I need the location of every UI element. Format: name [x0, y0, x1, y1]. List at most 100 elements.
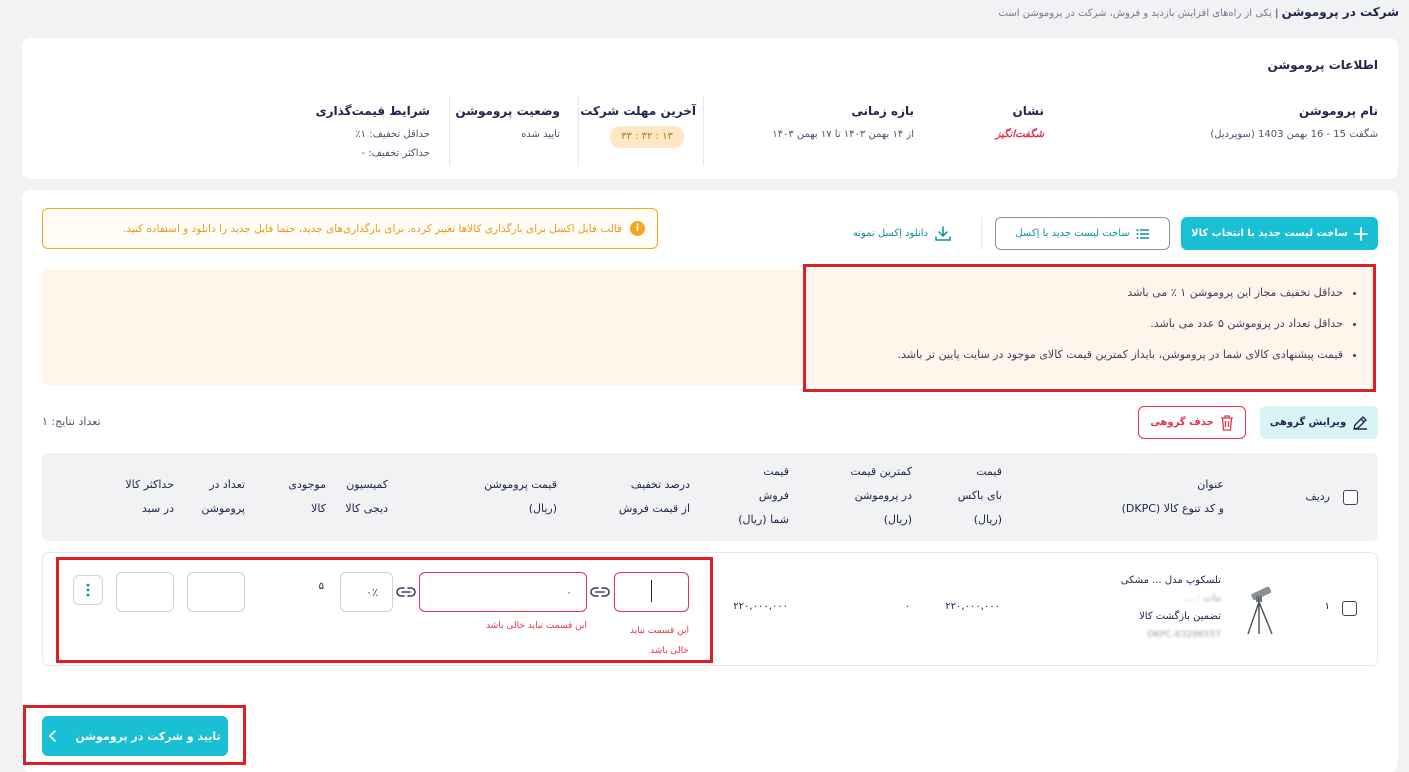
commission-input[interactable] [340, 572, 393, 612]
stock-value: ۵ [318, 581, 324, 592]
bulk-edit-label: ویرایش گروهی [1269, 417, 1347, 428]
header-buybox: قیمت بای باکس (ریال) [958, 460, 1002, 532]
rule-item: حداقل تخفیف مجاز این پروموشن ۱ ٪ می باشد [898, 286, 1343, 317]
product-title-line: مات : ... [1183, 593, 1221, 604]
list-icon [1136, 228, 1149, 239]
info-period-label: بازه زمانی [851, 104, 914, 118]
info-status-value: تایید شده [521, 129, 560, 140]
page-subtitle: یکی از راه‌های افزایش بازدید و فروش، شرک… [998, 8, 1272, 19]
info-heading: اطلاعات پروموشن [1267, 58, 1378, 72]
pencil-icon [1353, 415, 1368, 430]
info-status-label: وضعیت پروموشن [455, 104, 560, 118]
header-buybox-line: (ریال) [973, 513, 1002, 526]
header-qty-line: پروموشن [201, 502, 245, 515]
header-title-line: عنوان [1197, 478, 1224, 491]
header-commission: کمیسیون دیجی کالا [345, 473, 388, 521]
product-title: تلسکوپ مدل ... مشکی مات : ... تضمین بازگ… [1121, 572, 1221, 644]
bulk-delete-label: حذف گروهی [1150, 417, 1214, 428]
header-buybox-line: قیمت [976, 465, 1002, 478]
header-max-line: در سبد [141, 502, 174, 515]
badge-logo: شگفت‌انگیز [995, 129, 1044, 140]
rules-list: حداقل تخفیف مجاز این پروموشن ۱ ٪ می باشد… [898, 286, 1359, 379]
row-checkbox[interactable] [1342, 601, 1357, 616]
submit-label: تایید و شرکت در پروموشن [75, 729, 221, 743]
header-sell-price-line: قیمت [763, 465, 789, 478]
promo-qty-input[interactable] [187, 572, 245, 612]
sell-price: ۲۲۰,۰۰۰,۰۰۰ [733, 601, 788, 612]
page-title: شرکت در پروموشن [1281, 5, 1399, 19]
promo-price-error: این قسمت نباید خالی باشد [486, 621, 587, 631]
info-pricing-label: شرایط قیمت‌گذاری [315, 104, 430, 118]
product-image [1247, 586, 1273, 635]
product-guarantee: تضمین بازگشت کالا [1139, 611, 1221, 622]
product-dkpc: DKPC-63286557 [1147, 630, 1221, 640]
max-discount: حداکثر تخفیف: - [361, 148, 430, 159]
header-sell-price: قیمت فروش شما (ریال) [738, 460, 789, 532]
link-icon[interactable] [396, 585, 416, 599]
min-price: ۰ [904, 601, 910, 612]
download-sample-label: دانلود اِکسل نمونه [852, 228, 928, 239]
download-icon [935, 225, 951, 241]
header-min-price-line: در پروموشن [854, 489, 912, 502]
title-separator: | [1275, 8, 1279, 19]
header-qty: تعداد در پروموشن [201, 473, 245, 521]
header-commission-line: کمیسیون [346, 478, 388, 491]
header-discount: درصد تخفیف از قیمت فروش [619, 473, 690, 521]
divider [449, 96, 450, 166]
plus-icon [1353, 226, 1368, 241]
bulk-edit-button[interactable]: ویرایش گروهی [1260, 406, 1378, 439]
deadline-countdown: ۱۳ : ۳۲ : ۳۳ [610, 126, 684, 148]
min-discount: حداقل تخفیف: ۱٪ [355, 129, 430, 140]
header-promo-price-line: قیمت پروموشن [484, 478, 557, 491]
header-sell-price-line: شما (ریال) [738, 513, 789, 526]
divider [578, 96, 579, 166]
header-buybox-line: بای باکس [957, 489, 1002, 502]
info-badge-label: نشان [1012, 104, 1044, 118]
header-title: عنوان و کد تنوع کالا (DKPC) [1122, 473, 1224, 521]
header-promo-price: قیمت پروموشن (ریال) [484, 473, 557, 521]
select-all-checkbox[interactable] [1343, 490, 1358, 505]
chevron-left-icon [49, 730, 57, 742]
excel-warning-alert: i قالب فایل اکسل برای بارگذاری کالاها تغ… [42, 208, 658, 249]
info-deadline-label: آخرین مهلت شرکت [580, 104, 696, 118]
header-row: ردیف [1305, 490, 1330, 503]
results-count: تعداد نتایج: ۱ [42, 415, 101, 428]
max-cart-input[interactable] [116, 572, 174, 612]
download-sample-link[interactable]: دانلود اِکسل نمونه [849, 220, 956, 247]
info-period-value: از ۱۴ بهمن ۱۴۰۳ تا ۱۷ بهمن ۱۴۰۳ [772, 129, 914, 140]
info-name-label: نام پروموشن [1299, 104, 1378, 118]
header-discount-line: درصد تخفیف [630, 478, 690, 491]
page-header: شرکت در پروموشن | یکی از راه‌های افزایش … [999, 5, 1399, 19]
header-discount-line: از قیمت فروش [618, 502, 690, 515]
row-more-button[interactable] [73, 575, 103, 605]
info-name-value: شگفت 15 - 16 بهمن 1403 (سوپردیل) [1210, 129, 1378, 140]
discount-error-line: این قسمت نباید [629, 626, 689, 636]
new-list-label: ساخت لیست جدید با انتخاب کالا [1191, 228, 1348, 239]
header-min-price: کمترین قیمت در پروموشن (ریال) [850, 460, 912, 532]
header-stock-line: موجودی [288, 478, 326, 491]
info-badge: نشان شگفت‌انگیز [996, 104, 1044, 140]
info-name: نام پروموشن شگفت 15 - 16 بهمن 1403 (سوپر… [1210, 104, 1378, 140]
promo-price-input[interactable] [419, 572, 587, 612]
link-icon[interactable] [590, 585, 610, 599]
discount-error-line: خالی باشد [650, 646, 689, 656]
buybox-price: ۲۲۰,۰۰۰,۰۰۰ [945, 601, 1000, 612]
more-vertical-icon [86, 583, 90, 597]
info-period: بازه زمانی از ۱۴ بهمن ۱۴۰۳ تا ۱۷ بهمن ۱۴… [772, 104, 914, 140]
header-min-price-line: (ریال) [883, 513, 912, 526]
excel-list-label: ساخت لیست جدید با اِکسل [1015, 228, 1130, 239]
submit-button[interactable]: تایید و شرکت در پروموشن [42, 716, 228, 756]
bulk-delete-button[interactable]: حذف گروهی [1138, 406, 1246, 439]
new-list-button[interactable]: ساخت لیست جدید با انتخاب کالا [1181, 217, 1378, 250]
discount-error: این قسمت نباید خالی باشد [630, 621, 689, 661]
header-promo-price-line: (ریال) [528, 502, 557, 515]
header-commission-line: دیجی کالا [345, 502, 388, 515]
warning-text: قالب فایل اکسل برای بارگذاری کالاها تغیی… [122, 222, 622, 235]
text-cursor [651, 580, 652, 602]
header-stock-line: کالا [311, 502, 326, 515]
excel-list-button[interactable]: ساخت لیست جدید با اِکسل [995, 217, 1170, 250]
rule-item: حداقل تعداد در پروموشن ۵ عدد می باشد. [898, 317, 1343, 348]
header-stock: موجودی کالا [288, 473, 326, 521]
header-sell-price-line: فروش [758, 489, 789, 502]
header-max: حداکثر کالا در سبد [125, 473, 174, 521]
